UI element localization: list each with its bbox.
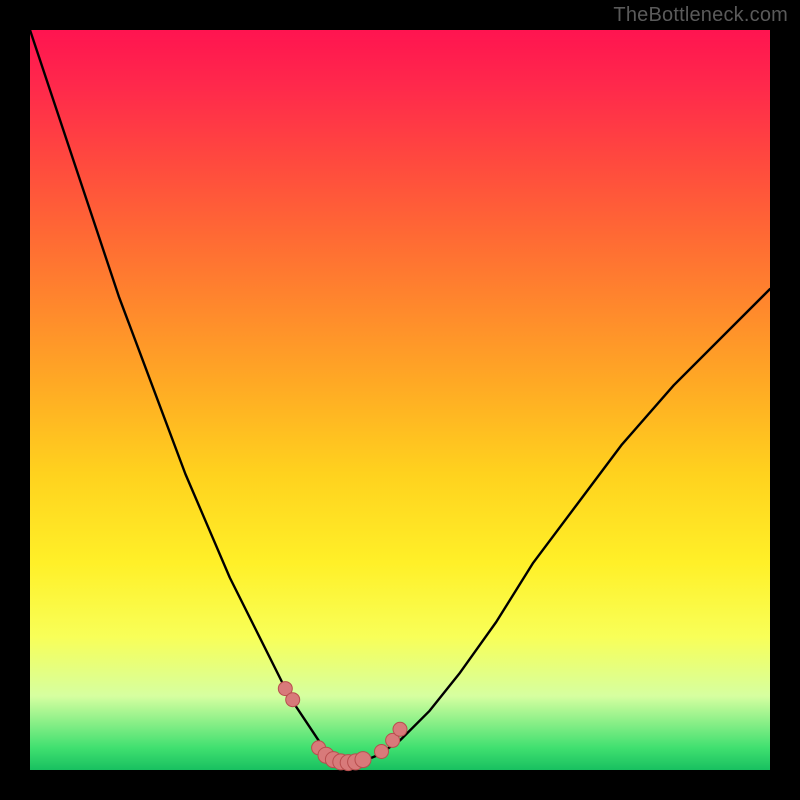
chart-svg [30, 30, 770, 770]
chart-frame: TheBottleneck.com [0, 0, 800, 800]
curve-marker [393, 722, 407, 736]
bottleneck-curve [30, 30, 770, 763]
curve-marker [375, 745, 389, 759]
curve-marker [355, 752, 371, 768]
curve-markers [278, 682, 407, 771]
curve-marker [286, 693, 300, 707]
plot-area [30, 30, 770, 770]
attribution-label: TheBottleneck.com [613, 4, 788, 27]
